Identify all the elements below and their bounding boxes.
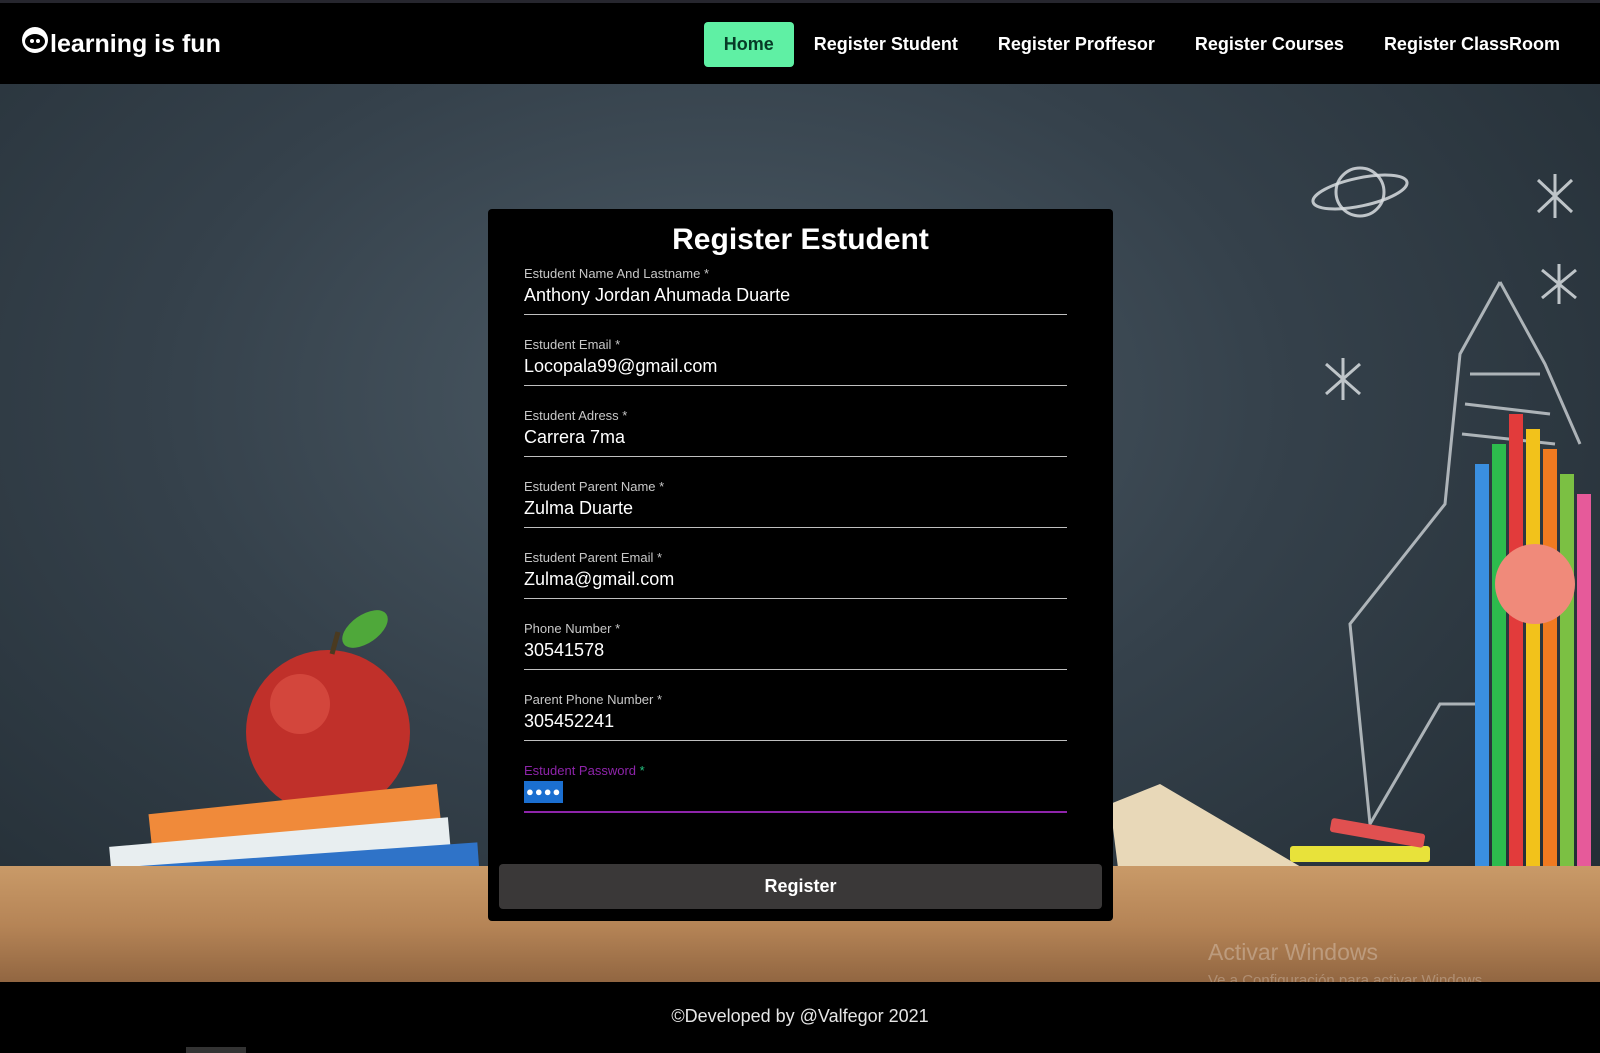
nav-register-student[interactable]: Register Student — [794, 22, 978, 67]
student-name-field[interactable]: Estudent Name And Lastname * Anthony Jor… — [524, 266, 1067, 326]
field-label: Estudent Name And Lastname * — [524, 266, 710, 281]
field-label: Phone Number * — [524, 621, 621, 636]
field-underline — [524, 740, 1067, 741]
phone-number-field[interactable]: Phone Number * 30541578 — [524, 621, 1067, 681]
nav-home[interactable]: Home — [703, 22, 794, 67]
field-underline — [524, 598, 1067, 599]
field-label: Estudent Password * — [524, 763, 645, 778]
student-address-input[interactable]: Carrera 7ma — [524, 427, 625, 448]
nav-register-classroom[interactable]: Register ClassRoom — [1364, 22, 1580, 67]
field-underline — [524, 385, 1067, 386]
field-label: Parent Phone Number * — [524, 692, 663, 707]
student-address-field[interactable]: Estudent Adress * Carrera 7ma — [524, 408, 1067, 468]
parent-email-field[interactable]: Estudent Parent Email * Zulma@gmail.com — [524, 550, 1067, 610]
field-underline — [524, 811, 1067, 813]
windows-activation-subtitle: Ve a Configuración para activar Windows. — [1208, 972, 1487, 982]
brand-name: learning is fun — [50, 30, 221, 58]
footer-scroll-mark — [186, 1047, 246, 1053]
field-underline — [524, 527, 1067, 528]
student-email-input[interactable]: Locopala99@gmail.com — [524, 356, 717, 377]
parent-phone-input[interactable]: 305452241 — [524, 711, 614, 732]
password-field[interactable]: Estudent Password * ●●●● — [524, 763, 1067, 823]
smiley-face-icon — [22, 26, 48, 53]
brand[interactable]: learning is fun — [22, 26, 221, 59]
password-input[interactable]: ●●●● — [524, 781, 564, 803]
windows-activation-title: Activar Windows — [1208, 939, 1378, 965]
field-label: Estudent Parent Email * — [524, 550, 663, 565]
parent-name-field[interactable]: Estudent Parent Name * Zulma Duarte — [524, 479, 1067, 539]
student-name-input[interactable]: Anthony Jordan Ahumada Duarte — [524, 285, 790, 306]
student-email-field[interactable]: Estudent Email * Locopala99@gmail.com — [524, 337, 1067, 397]
footer-credit: ©Developed by @Valfegor 2021 — [671, 1006, 929, 1026]
main-nav: Home Register Student Register Proffesor… — [703, 22, 1580, 67]
parent-email-input[interactable]: Zulma@gmail.com — [524, 569, 674, 590]
field-label: Estudent Parent Name * — [524, 479, 665, 494]
parent-phone-field[interactable]: Parent Phone Number * 305452241 — [524, 692, 1067, 752]
parent-name-input[interactable]: Zulma Duarte — [524, 498, 633, 519]
form-title: Register Estudent — [672, 223, 929, 256]
footer: ©Developed by @Valfegor 2021 — [0, 982, 1600, 1053]
field-label: Estudent Email * — [524, 337, 621, 352]
field-underline — [524, 669, 1067, 670]
field-label: Estudent Adress * — [524, 408, 628, 423]
field-underline — [524, 456, 1067, 457]
phone-number-input[interactable]: 30541578 — [524, 640, 604, 661]
nav-register-professor[interactable]: Register Proffesor — [978, 22, 1175, 67]
nav-register-courses[interactable]: Register Courses — [1175, 22, 1364, 67]
register-button[interactable]: Register — [499, 864, 1102, 909]
navbar: learning is fun Home Register Student Re… — [0, 3, 1600, 84]
field-underline — [524, 314, 1067, 315]
register-student-form: Register Estudent Estudent Name And Last… — [488, 209, 1113, 921]
